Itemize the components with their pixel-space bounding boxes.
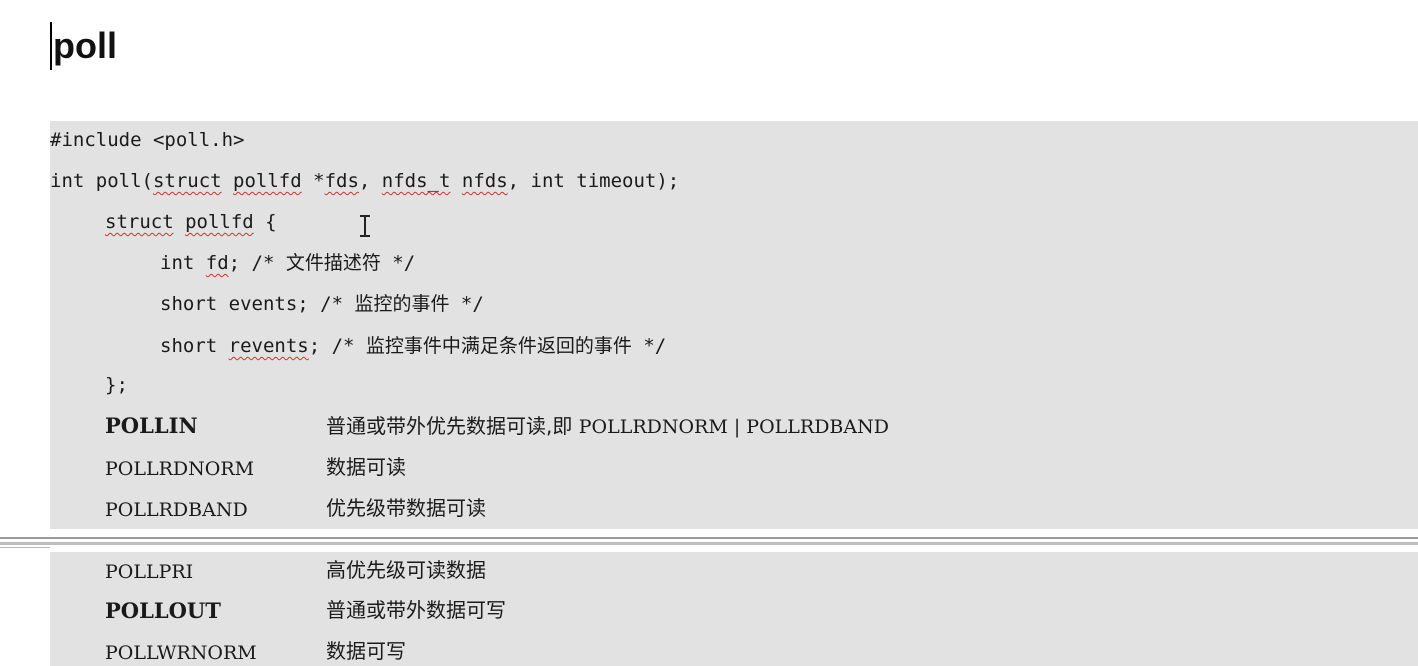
flag-name: POLLRDNORM (105, 458, 255, 480)
code-token: int poll( (50, 170, 153, 192)
flag-name: POLLPRI (105, 561, 194, 583)
code-token: revents (228, 335, 309, 357)
code-line-struct-close: }; (105, 374, 128, 396)
text-cursor-icon (359, 214, 371, 238)
code-token: pollfd (185, 211, 254, 233)
code-token: nfds (461, 170, 508, 192)
code-token: nfds_t (381, 170, 451, 192)
flag-name: POLLRDBAND (105, 499, 248, 521)
code-block (50, 121, 1418, 666)
flag-description: 普通或带外优先数据可读,即 POLLRDNORM | POLLRDBAND (326, 413, 889, 440)
separator-line (0, 542, 1418, 545)
flag-description: 数据可读 (326, 455, 406, 479)
flag-description-text: 普通或带外优先数据可读,即 (326, 414, 579, 438)
code-token: fds (324, 170, 359, 192)
code-line-field: short events; /* 监控的事件 */ (160, 291, 484, 317)
code-line-field: int fd; /* 文件描述符 */ (160, 250, 415, 276)
code-line-struct-open: struct pollfd { (105, 209, 277, 235)
flag-name: POLLOUT (105, 598, 221, 623)
code-token: short (160, 335, 229, 357)
code-token: * (301, 170, 325, 192)
code-token: ; /* 监控的事件 */ (297, 293, 484, 315)
code-token: , (358, 170, 382, 192)
text-caret (50, 22, 52, 70)
code-line-include: #include <poll.h> (50, 129, 245, 151)
code-token: { (253, 211, 277, 233)
flag-name: POLLIN (105, 413, 198, 438)
code-token: short (160, 293, 229, 315)
page-break-separator (0, 531, 1418, 553)
code-token: , int timeout); (507, 170, 680, 192)
code-token: ; /* 文件描述符 */ (228, 252, 416, 274)
flag-description: 数据可写 (326, 639, 406, 663)
separator-line (0, 547, 50, 548)
page-title: poll (53, 25, 117, 66)
code-token: events (228, 293, 298, 315)
flag-description: 高优先级可读数据 (326, 558, 486, 582)
separator-line (0, 537, 1418, 539)
flag-description: 优先级带数据可读 (326, 496, 486, 520)
code-token: ; /* 监控事件中满足条件返回的事件 */ (308, 335, 667, 357)
flag-description-extra: POLLRDNORM | POLLRDBAND (578, 416, 889, 438)
code-token: int (160, 252, 206, 274)
flag-name: POLLWRNORM (105, 642, 257, 664)
code-token: struct (152, 170, 222, 192)
code-token: pollfd (233, 170, 302, 192)
code-line-signature: int poll(struct pollfd *fds, nfds_t nfds… (50, 168, 679, 194)
code-line-field: short revents; /* 监控事件中满足条件返回的事件 */ (160, 333, 666, 359)
code-token: fd (205, 252, 229, 274)
code-token: struct (105, 211, 174, 233)
flag-description: 普通或带外数据可写 (326, 598, 506, 622)
